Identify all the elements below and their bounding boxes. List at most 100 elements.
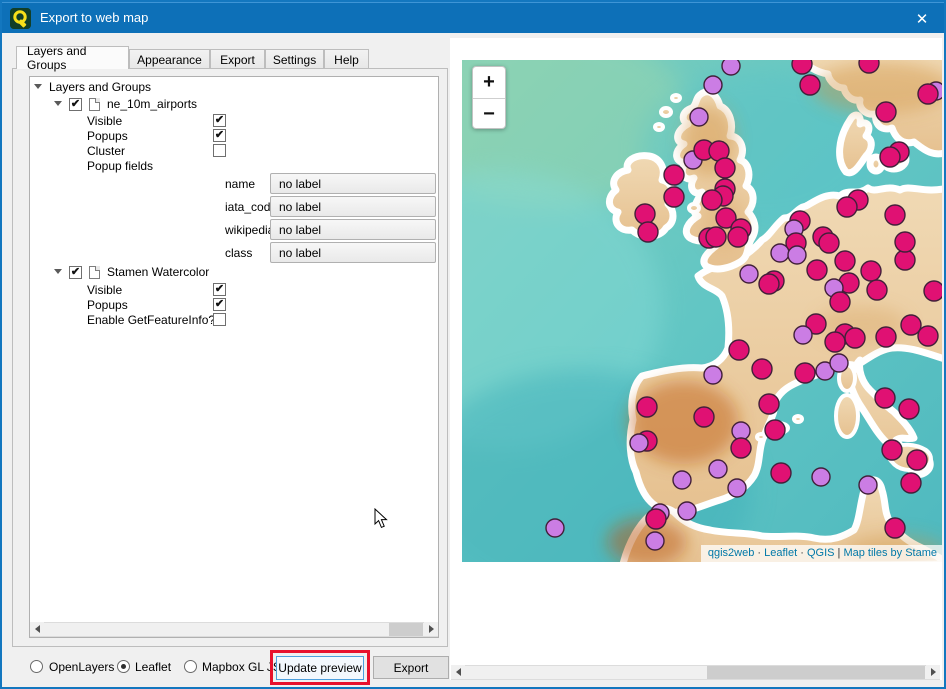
export-button[interactable]: Export: [373, 656, 449, 679]
airport-marker[interactable]: [861, 261, 881, 281]
airport-marker[interactable]: [765, 420, 785, 440]
tree-scroll-left-arrow[interactable]: [30, 622, 44, 636]
zoom-out-button[interactable]: −: [473, 99, 505, 130]
airport-marker[interactable]: [837, 197, 857, 217]
tab-export[interactable]: Export: [210, 49, 265, 69]
airport-marker[interactable]: [876, 327, 896, 347]
field-combo-wikipedia[interactable]: no label: [270, 219, 436, 240]
airport-marker[interactable]: [704, 76, 722, 94]
airport-marker[interactable]: [825, 332, 845, 352]
airport-marker[interactable]: [788, 246, 806, 264]
airport-marker[interactable]: [715, 158, 735, 178]
airport-marker[interactable]: [819, 233, 839, 253]
radio-label-leaflet[interactable]: Leaflet: [135, 660, 171, 674]
airport-marker[interactable]: [794, 326, 812, 344]
expand-arrow-root[interactable]: [34, 84, 42, 89]
layer-label-airports[interactable]: ne_10m_airports: [107, 97, 197, 111]
airport-marker[interactable]: [728, 479, 746, 497]
airport-marker[interactable]: [678, 502, 696, 520]
airport-marker[interactable]: [673, 471, 691, 489]
airport-marker[interactable]: [728, 227, 748, 247]
airport-marker[interactable]: [646, 509, 666, 529]
airport-marker[interactable]: [646, 532, 664, 550]
airport-marker[interactable]: [546, 519, 564, 537]
airport-marker[interactable]: [637, 397, 657, 417]
airport-marker[interactable]: [918, 326, 938, 346]
attribution-link[interactable]: QGIS: [807, 547, 835, 559]
airport-marker[interactable]: [880, 147, 900, 167]
airport-marker[interactable]: [771, 244, 789, 262]
airport-marker[interactable]: [800, 75, 820, 95]
layer-checkbox-airports[interactable]: [69, 98, 82, 111]
airport-marker[interactable]: [706, 227, 726, 247]
airport-marker[interactable]: [882, 440, 902, 460]
tab-help[interactable]: Help: [324, 49, 369, 69]
airport-marker[interactable]: [895, 232, 915, 252]
option-checkbox-getfeatureinfo[interactable]: [213, 313, 226, 326]
layer-checkbox-stamen[interactable]: [69, 266, 82, 279]
tab-layers-and-groups[interactable]: Layers and Groups: [16, 46, 129, 69]
option-checkbox-visible-2[interactable]: [213, 283, 226, 296]
airport-marker[interactable]: [830, 354, 848, 372]
zoom-in-button[interactable]: +: [473, 67, 505, 98]
airport-marker[interactable]: [694, 407, 714, 427]
airport-marker[interactable]: [895, 250, 915, 270]
airport-marker[interactable]: [732, 422, 750, 440]
airport-marker[interactable]: [771, 463, 791, 483]
option-checkbox-popups-1[interactable]: [213, 129, 226, 142]
airport-marker[interactable]: [875, 388, 895, 408]
attribution-link[interactable]: qgis2web: [708, 547, 754, 559]
airport-marker[interactable]: [664, 187, 684, 207]
airport-marker[interactable]: [807, 260, 827, 280]
preview-scroll-left-arrow[interactable]: [451, 665, 465, 679]
option-checkbox-visible-1[interactable]: [213, 114, 226, 127]
airport-marker[interactable]: [899, 399, 919, 419]
airport-marker[interactable]: [792, 60, 812, 74]
airport-marker[interactable]: [709, 460, 727, 478]
map-preview[interactable]: qgis2web · Leaflet · QGIS | Map tiles by…: [462, 60, 942, 562]
airport-marker[interactable]: [664, 165, 684, 185]
layer-label-stamen[interactable]: Stamen Watercolor: [107, 265, 209, 279]
airport-marker[interactable]: [759, 394, 779, 414]
airport-marker[interactable]: [752, 359, 772, 379]
airport-marker[interactable]: [867, 280, 887, 300]
airport-marker[interactable]: [729, 340, 749, 360]
airport-marker[interactable]: [918, 84, 938, 104]
radio-leaflet[interactable]: [117, 660, 130, 673]
airport-marker[interactable]: [759, 274, 779, 294]
airport-marker[interactable]: [731, 438, 751, 458]
option-checkbox-popups-2[interactable]: [213, 298, 226, 311]
expand-arrow-stamen[interactable]: [54, 269, 62, 274]
airport-marker[interactable]: [795, 363, 815, 383]
airport-marker[interactable]: [722, 60, 740, 75]
airport-marker[interactable]: [740, 265, 758, 283]
preview-scroll-right-arrow[interactable]: [926, 665, 940, 679]
airport-marker[interactable]: [924, 281, 942, 301]
airport-marker[interactable]: [690, 108, 708, 126]
airport-marker[interactable]: [885, 205, 905, 225]
close-button[interactable]: ✕: [900, 3, 944, 34]
attribution-link[interactable]: Leaflet: [764, 547, 797, 559]
airport-marker[interactable]: [907, 450, 927, 470]
airport-marker[interactable]: [635, 204, 655, 224]
airport-marker[interactable]: [702, 190, 722, 210]
expand-arrow-airports[interactable]: [54, 101, 62, 106]
airport-marker[interactable]: [704, 366, 722, 384]
radio-openlayers[interactable]: [30, 660, 43, 673]
airport-marker[interactable]: [630, 434, 648, 452]
field-combo-name[interactable]: no label: [270, 173, 436, 194]
field-combo-class[interactable]: no label: [270, 242, 436, 263]
airport-marker[interactable]: [859, 60, 879, 73]
airport-marker[interactable]: [845, 328, 865, 348]
radio-label-openlayers[interactable]: OpenLayers: [49, 660, 114, 674]
tab-settings[interactable]: Settings: [265, 49, 324, 69]
tree-scroll-right-arrow[interactable]: [424, 622, 438, 636]
airport-marker[interactable]: [835, 251, 855, 271]
attribution-tiles-link[interactable]: Map tiles by Stame: [843, 547, 937, 559]
tree-scroll-thumb[interactable]: [389, 623, 423, 636]
tab-appearance[interactable]: Appearance: [129, 49, 210, 69]
airport-marker[interactable]: [812, 468, 830, 486]
radio-mapbox[interactable]: [184, 660, 197, 673]
tree-hscrollbar[interactable]: [30, 622, 438, 637]
airport-marker[interactable]: [830, 292, 850, 312]
